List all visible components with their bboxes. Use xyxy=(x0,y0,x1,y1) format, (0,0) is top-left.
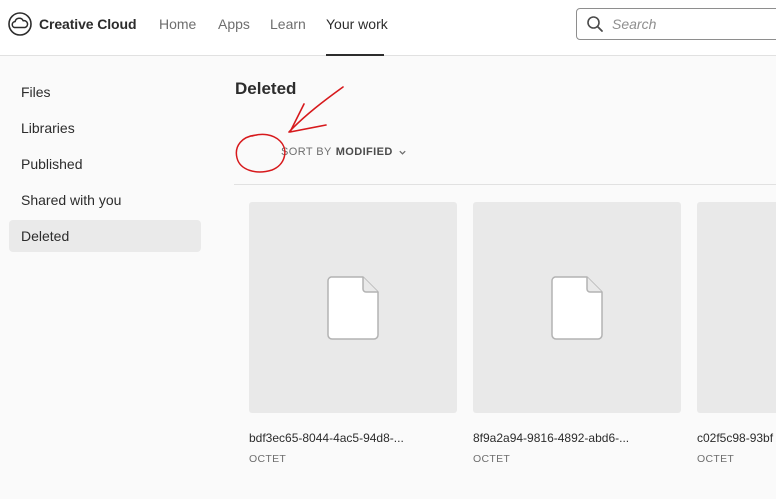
file-thumbnail xyxy=(697,202,776,413)
sidebar-item-files[interactable]: Files xyxy=(9,76,201,108)
file-type: OCTET xyxy=(473,453,511,465)
sort-dropdown[interactable]: SORT BY MODIFIED xyxy=(281,145,407,159)
top-header: Creative Cloud Home Apps Learn Your work xyxy=(0,0,776,56)
file-type: OCTET xyxy=(249,453,287,465)
file-icon xyxy=(327,276,379,340)
file-thumbnail xyxy=(249,202,457,413)
sidebar-item-deleted[interactable]: Deleted xyxy=(9,220,201,252)
file-name: c02f5c98-93bf xyxy=(697,431,774,445)
nav-tab-your-work[interactable]: Your work xyxy=(326,16,388,56)
file-icon xyxy=(551,276,603,340)
creative-cloud-logo-icon xyxy=(8,12,32,36)
creative-cloud-window: Creative Cloud Home Apps Learn Your work… xyxy=(0,0,776,499)
search-box[interactable] xyxy=(576,8,776,40)
sidebar-item-published[interactable]: Published xyxy=(9,148,201,180)
content-divider xyxy=(234,184,776,185)
nav-tab-learn[interactable]: Learn xyxy=(270,16,306,56)
file-name: bdf3ec65-8044-4ac5-94d8-... xyxy=(249,431,404,445)
sort-value: MODIFIED xyxy=(335,146,393,158)
page-title: Deleted xyxy=(235,79,297,98)
file-type: OCTET xyxy=(697,453,735,465)
file-name: 8f9a2a94-9816-4892-abd6-... xyxy=(473,431,630,445)
file-thumbnail xyxy=(473,202,681,413)
annotation-arrow xyxy=(288,86,344,133)
chevron-down-icon xyxy=(399,150,406,155)
sidebar-item-shared-with-you[interactable]: Shared with you xyxy=(9,184,201,216)
app-name: Creative Cloud xyxy=(39,16,137,32)
annotation-circle xyxy=(235,133,286,173)
file-card[interactable]: 8f9a2a94-9816-4892-abd6-... OCTET xyxy=(473,202,681,465)
sort-label: SORT BY xyxy=(281,146,332,158)
annotation-arrowhead xyxy=(289,103,327,133)
app-logo[interactable]: Creative Cloud xyxy=(8,12,137,36)
active-tab-indicator xyxy=(326,54,384,56)
nav-tab-home[interactable]: Home xyxy=(159,16,196,56)
file-card[interactable]: c02f5c98-93bf OCTET xyxy=(697,202,776,465)
search-icon xyxy=(587,16,603,32)
search-input[interactable] xyxy=(612,16,772,32)
file-card[interactable]: bdf3ec65-8044-4ac5-94d8-... OCTET xyxy=(249,202,457,465)
sidebar-item-libraries[interactable]: Libraries xyxy=(9,112,201,144)
nav-tab-apps[interactable]: Apps xyxy=(218,16,250,56)
